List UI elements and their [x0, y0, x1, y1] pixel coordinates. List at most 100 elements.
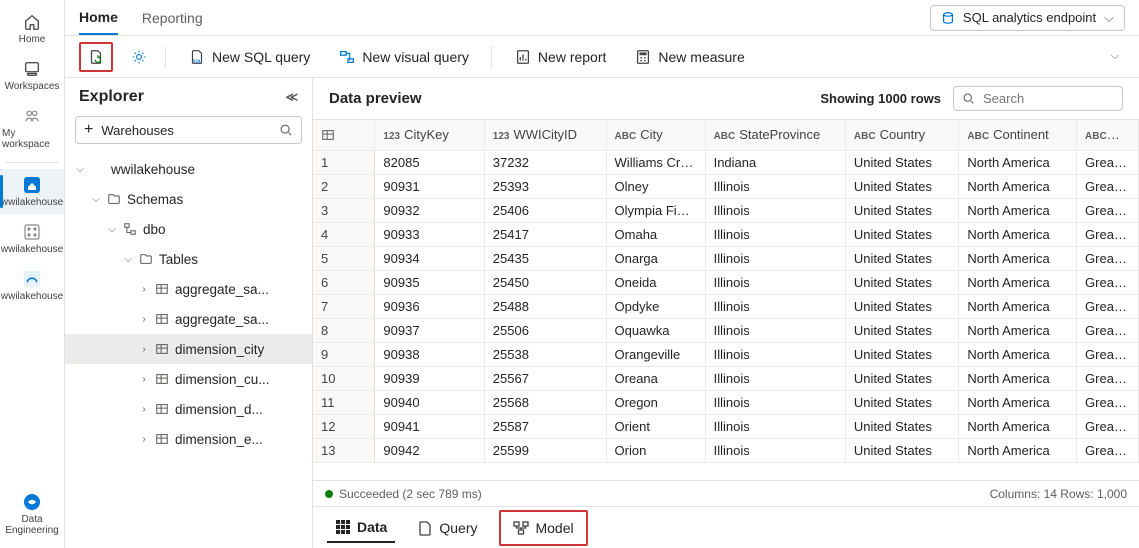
cell: Illinois	[705, 390, 845, 414]
table-row[interactable]: 109093925567OreanaIllinoisUnited StatesN…	[313, 366, 1139, 390]
table-row[interactable]: 29093125393OlneyIllinoisUnited StatesNor…	[313, 174, 1139, 198]
ribbon-expand-button[interactable]: ⌵	[1105, 46, 1125, 67]
rail-workspaces[interactable]: Workspaces	[0, 53, 64, 98]
cell: Olney	[606, 174, 705, 198]
cell: Illinois	[705, 342, 845, 366]
new-report-button[interactable]: New report	[508, 44, 612, 70]
cell: United States	[845, 150, 959, 174]
rail-lakehouse-2[interactable]: wwilakehouse	[0, 216, 64, 261]
cell: 82085	[375, 150, 484, 174]
bottom-tab-model[interactable]: Model	[505, 514, 581, 542]
col-header-StateProvince[interactable]: ABCStateProvince	[705, 120, 845, 150]
tree-table-0[interactable]: ›aggregate_sa...	[65, 274, 312, 304]
table-row[interactable]: 18208537232Williams CreekIndianaUnited S…	[313, 150, 1139, 174]
cell: 90939	[375, 366, 484, 390]
database-icon	[941, 11, 955, 25]
col-name: WWICityID	[513, 127, 577, 142]
tree-table-1[interactable]: ›aggregate_sa...	[65, 304, 312, 334]
rail-data-engineering[interactable]: Data Engineering	[0, 486, 64, 542]
col-header-Sale[interactable]: ABCSale	[1077, 120, 1139, 150]
cell: Olympia Fields	[606, 198, 705, 222]
cell: Omaha	[606, 222, 705, 246]
cell: Williams Creek	[606, 150, 705, 174]
rail-my-workspace[interactable]: My workspace	[0, 100, 64, 156]
my-workspace-icon	[22, 106, 42, 126]
cell: 25435	[484, 246, 606, 270]
cell: Great La	[1077, 438, 1139, 462]
settings-button[interactable]	[129, 47, 149, 67]
tree-table-3[interactable]: › dimension_cu...	[65, 364, 312, 394]
cell: United States	[845, 174, 959, 198]
cell: 25538	[484, 342, 606, 366]
svg-text:SQL: SQL	[193, 58, 203, 63]
new-measure-button[interactable]: New measure	[628, 44, 750, 70]
explorer-panel: Explorer ≪ + Warehouses ⌵wwilakehouse⌵Sc…	[65, 78, 313, 548]
cell: 90934	[375, 246, 484, 270]
table-row[interactable]: 99093825538OrangevilleIllinoisUnited Sta…	[313, 342, 1139, 366]
table-row[interactable]: 129094125587OrientIllinoisUnited StatesN…	[313, 414, 1139, 438]
cell: 90941	[375, 414, 484, 438]
tree-schemas[interactable]: ⌵Schemas	[65, 184, 312, 214]
preview-search[interactable]	[953, 86, 1123, 111]
chevron-icon: ›	[137, 374, 151, 385]
col-header-rownum[interactable]	[313, 120, 375, 150]
tab-home[interactable]: Home	[79, 1, 118, 35]
bottom-tab-data[interactable]: Data	[327, 513, 395, 543]
col-type-badge: 123	[493, 131, 510, 142]
tree-table-2[interactable]: ›dimension_city	[65, 334, 312, 364]
row-number: 6	[313, 270, 375, 294]
cell: Great La	[1077, 318, 1139, 342]
tree-label: dimension_city	[175, 342, 264, 357]
cell: North America	[959, 150, 1077, 174]
tree-table-5[interactable]: ›dimension_e...	[65, 424, 312, 454]
measure-icon	[634, 48, 652, 66]
warehouses-filter[interactable]: + Warehouses	[75, 116, 302, 144]
cell: Illinois	[705, 438, 845, 462]
table-row[interactable]: 79093625488OpdykeIllinoisUnited StatesNo…	[313, 294, 1139, 318]
table-row[interactable]: 89093725506OquawkaIllinoisUnited StatesN…	[313, 318, 1139, 342]
rail-home[interactable]: Home	[0, 6, 64, 51]
cell: Illinois	[705, 414, 845, 438]
col-header-Country[interactable]: ABCCountry	[845, 120, 959, 150]
col-header-WWICityID[interactable]: 123WWICityID	[484, 120, 606, 150]
cell: North America	[959, 390, 1077, 414]
cell: Great La	[1077, 366, 1139, 390]
tree-label: dimension_cu...	[175, 372, 270, 387]
cell: Great La	[1077, 246, 1139, 270]
table-row[interactable]: 39093225406Olympia FieldsIllinoisUnited …	[313, 198, 1139, 222]
tree-database[interactable]: ⌵wwilakehouse	[65, 154, 312, 184]
refresh-button[interactable]	[85, 46, 107, 68]
table-row[interactable]: 119094025568OregonIllinoisUnited StatesN…	[313, 390, 1139, 414]
btab-data-label: Data	[357, 519, 387, 535]
col-header-Continent[interactable]: ABCContinent	[959, 120, 1077, 150]
table-row[interactable]: 139094225599OrionIllinoisUnited StatesNo…	[313, 438, 1139, 462]
tree-schema-dbo[interactable]: ⌵dbo	[65, 214, 312, 244]
table-row[interactable]: 49093325417OmahaIllinoisUnited StatesNor…	[313, 222, 1139, 246]
search-input[interactable]	[981, 90, 1139, 107]
row-number: 3	[313, 198, 375, 222]
tree-table-4[interactable]: ›dimension_d...	[65, 394, 312, 424]
col-name: StateProvince	[739, 127, 820, 142]
rail-lakehouse-3[interactable]: wwilakehouse	[0, 263, 64, 308]
cell: 90935	[375, 270, 484, 294]
tab-reporting[interactable]: Reporting	[142, 2, 203, 34]
endpoint-dropdown[interactable]: SQL analytics endpoint ⌵	[930, 5, 1125, 31]
status-message: Succeeded (2 sec 789 ms)	[339, 487, 482, 501]
rail-lakehouse-1[interactable]: wwilakehouse	[0, 169, 64, 214]
cell: North America	[959, 270, 1077, 294]
new-sql-query-label: New SQL query	[212, 49, 310, 65]
data-grid-scroll[interactable]: 123CityKey123WWICityIDABCCityABCStatePro…	[313, 120, 1139, 480]
tree-tables[interactable]: ⌵Tables	[65, 244, 312, 274]
new-sql-query-button[interactable]: SQL New SQL query	[182, 44, 316, 70]
sql-query-icon: SQL	[188, 48, 206, 66]
bottom-tab-query[interactable]: Query	[409, 514, 485, 542]
cell: North America	[959, 318, 1077, 342]
table-row[interactable]: 59093425435OnargaIllinoisUnited StatesNo…	[313, 246, 1139, 270]
collapse-explorer-button[interactable]: ≪	[285, 90, 298, 104]
table-row[interactable]: 69093525450OneidaIllinoisUnited StatesNo…	[313, 270, 1139, 294]
rail-myws-label: My workspace	[2, 128, 62, 150]
col-header-CityKey[interactable]: 123CityKey	[375, 120, 484, 150]
new-visual-query-button[interactable]: New visual query	[332, 44, 475, 70]
search-icon[interactable]	[279, 123, 293, 137]
col-header-City[interactable]: ABCCity	[606, 120, 705, 150]
